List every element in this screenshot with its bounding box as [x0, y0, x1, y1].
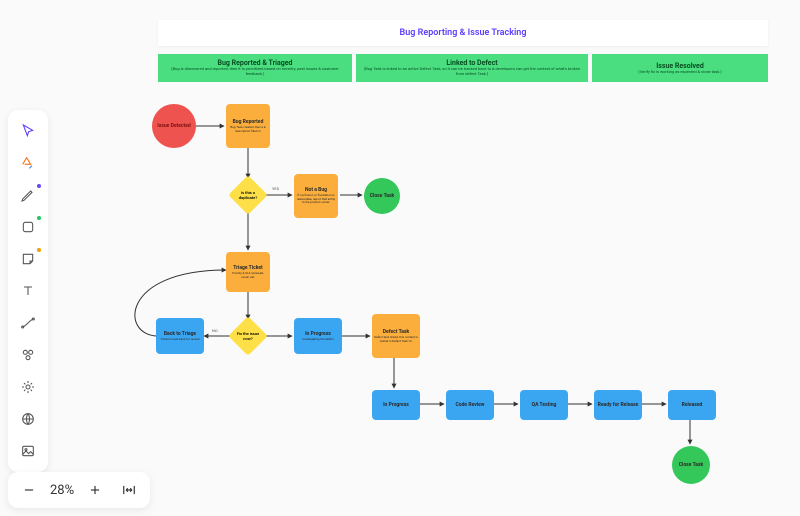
node-issue-detected[interactable]: Issue Detected: [152, 104, 196, 148]
edge-label-yes: YES: [272, 186, 279, 191]
tool-web[interactable]: [13, 404, 43, 434]
zoom-level: 28%: [50, 483, 74, 498]
lane-3: Issue Resolved (Verify fix is working as…: [592, 54, 768, 82]
tool-select[interactable]: [13, 116, 43, 146]
node-decision-duplicate[interactable]: Is this a duplicate?: [234, 181, 262, 209]
node-bug-reported[interactable]: Bug Reported Bug Task created, then a & …: [226, 104, 270, 148]
node-not-a-bug[interactable]: Not a Bug If confusion or frustration is…: [294, 174, 338, 218]
lane-1: Bug Reported & Triaged (Bug is discovere…: [158, 54, 352, 82]
node-back-to-triage[interactable]: Back to Triage Ticket moved back for re-…: [156, 318, 204, 354]
diagram-title: Bug Reporting & Issue Tracking: [158, 20, 768, 46]
shape-color-dot: [37, 216, 41, 220]
sticky-color-dot: [37, 248, 41, 252]
node-defect-task[interactable]: Defect Task Defect task linked, this con…: [372, 314, 420, 358]
tool-text[interactable]: [13, 276, 43, 306]
node-in-progress-1[interactable]: In Progress Investigating the defect: [294, 318, 342, 354]
tool-hand[interactable]: [13, 148, 43, 178]
node-triage[interactable]: Triage Ticket Priority & SLA reviewed, o…: [226, 252, 270, 292]
node-code-review[interactable]: Code Review: [446, 390, 494, 420]
zoom-out-button[interactable]: [16, 477, 42, 503]
node-decision-fix-now[interactable]: Fix the issue now?: [234, 322, 262, 350]
node-released[interactable]: Released: [668, 390, 716, 420]
node-close-2[interactable]: Close Task: [672, 446, 710, 484]
zoom-in-button[interactable]: [82, 477, 108, 503]
tool-connector[interactable]: [13, 308, 43, 338]
toolbar: [8, 110, 48, 472]
zoom-controls: 28%: [8, 472, 150, 508]
tool-shape[interactable]: [13, 212, 43, 242]
canvas[interactable]: Bug Reporting & Issue Tracking Bug Repor…: [0, 0, 800, 516]
tool-ai[interactable]: [13, 372, 43, 402]
node-in-progress-2[interactable]: In Progress: [372, 390, 420, 420]
zoom-fit-button[interactable]: [116, 477, 142, 503]
edge-label-no: NO: [212, 328, 218, 333]
node-qa-testing[interactable]: QA Testing: [520, 390, 568, 420]
node-close-1[interactable]: Close Task: [364, 178, 400, 214]
node-ready-release[interactable]: Ready for Release: [594, 390, 642, 420]
pen-color-dot: [37, 184, 41, 188]
tool-more-shapes[interactable]: [13, 340, 43, 370]
tool-sticky[interactable]: [13, 244, 43, 274]
tool-pen[interactable]: [13, 180, 43, 210]
lane-2: Linked to Defect (Bug Task is linked to …: [356, 54, 588, 82]
tool-image[interactable]: [13, 436, 43, 466]
